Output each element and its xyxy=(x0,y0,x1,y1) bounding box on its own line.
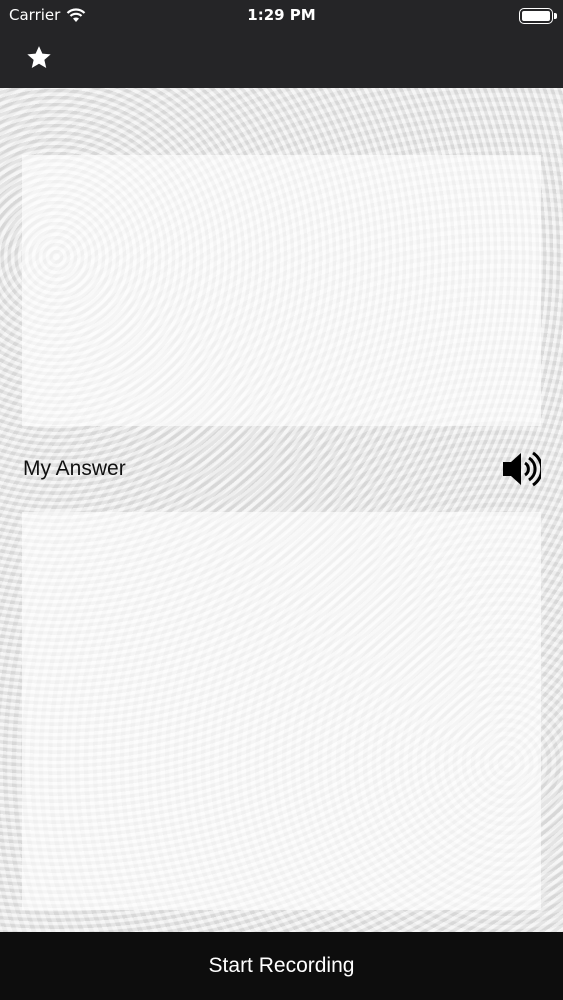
start-recording-label: Start Recording xyxy=(208,954,355,977)
star-icon[interactable] xyxy=(25,44,53,72)
navigation-bar xyxy=(0,32,563,88)
start-recording-button[interactable]: Start Recording xyxy=(0,932,563,1000)
speaker-icon[interactable] xyxy=(501,450,541,488)
my-answer-label: My Answer xyxy=(23,457,126,480)
answer-header: My Answer xyxy=(0,428,563,510)
status-time: 1:29 PM xyxy=(247,6,316,24)
battery-icon xyxy=(519,8,557,24)
status-bar: Carrier 1:29 PM xyxy=(0,0,563,32)
question-panel xyxy=(22,155,541,426)
answer-panel[interactable] xyxy=(22,512,541,910)
